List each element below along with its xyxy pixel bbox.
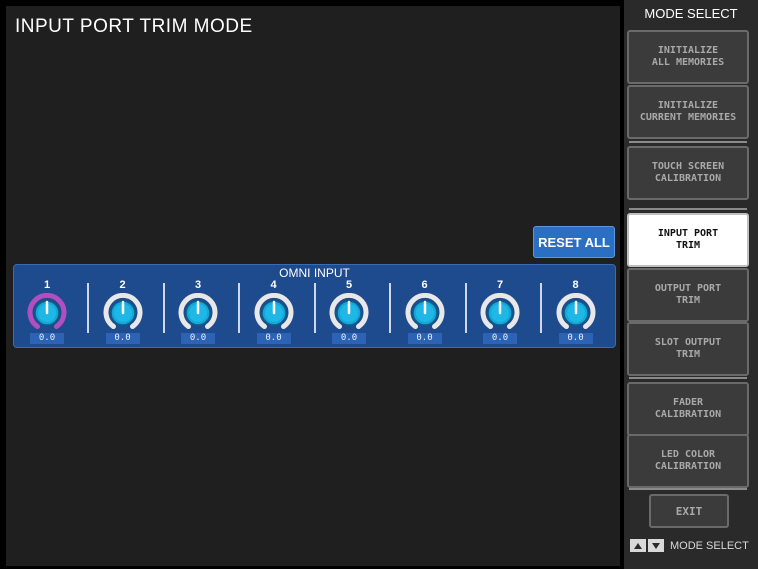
channel-divider: [313, 283, 316, 333]
channel-divider: [389, 283, 391, 333]
channel-strip: 6 0.0: [395, 279, 455, 345]
channel-number: 6: [421, 279, 428, 291]
channel-number: 5: [345, 279, 353, 291]
trim-value: 0.0: [558, 333, 593, 344]
channel-divider: [464, 283, 467, 333]
initialize-all-memories-button[interactable]: INITIALIZE ALL MEMORIES: [627, 30, 749, 84]
trim-value: 0.0: [407, 333, 442, 344]
channel-strip: 2 0.0: [93, 279, 153, 345]
initialize-current-memories-button[interactable]: INITIALIZE CURRENT MEMORIES: [627, 85, 749, 139]
slot-output-trim-button[interactable]: SLOT OUTPUT TRIM: [627, 322, 749, 376]
channel-strip: 5 0.0: [319, 279, 379, 345]
trim-knob[interactable]: [405, 293, 445, 333]
trim-knob[interactable]: [329, 293, 369, 333]
mode-select-nav: MODE SELECT: [630, 539, 749, 552]
channel-number: 7: [496, 279, 504, 291]
up-arrow-icon[interactable]: [630, 539, 646, 552]
trim-knob[interactable]: [103, 293, 143, 333]
led-color-calibration-button[interactable]: LED COLOR CALIBRATION: [627, 434, 749, 488]
trim-knob[interactable]: [27, 293, 67, 333]
mode-select-nav-label: MODE SELECT: [670, 539, 749, 552]
channel-strip: 3 0.0: [168, 279, 228, 345]
channel-number: 2: [119, 279, 126, 291]
trim-knob[interactable]: [556, 293, 596, 333]
output-port-trim-button[interactable]: OUTPUT PORT TRIM: [627, 268, 749, 322]
trim-knob[interactable]: [254, 293, 294, 333]
channel-strip: 4 0.0: [244, 279, 304, 345]
channel-strip: 1 0.0: [17, 279, 77, 345]
omni-input-panel: OMNI INPUT 1 0.0 2 0.0 3 0.0 4 0.0 5 0.0 6 0.0 7 0.0 8…: [13, 264, 616, 348]
trim-knob[interactable]: [178, 293, 218, 333]
divider: [629, 141, 747, 143]
trim-value: 0.0: [483, 333, 517, 344]
channel-number: 8: [572, 279, 579, 291]
trim-value: 0.0: [181, 333, 215, 344]
input-port-trim-button[interactable]: INPUT PORT TRIM: [627, 213, 749, 267]
channel-strip: 7 0.0: [470, 279, 530, 345]
channel-divider: [238, 283, 240, 333]
mode-select-sidebar: MODE SELECT INITIALIZE ALL MEMORIES INIT…: [624, 0, 758, 569]
screen: INPUT PORT TRIM MODE RESET ALL OMNI INPU…: [0, 0, 758, 569]
omni-input-label: OMNI INPUT: [279, 266, 350, 280]
mode-select-title: MODE SELECT: [644, 6, 738, 21]
divider: [629, 208, 747, 210]
channel-number: 3: [194, 279, 202, 291]
reset-all-button[interactable]: RESET ALL: [533, 226, 615, 258]
exit-button[interactable]: EXIT: [649, 494, 729, 528]
channel-number: 1: [43, 279, 51, 291]
down-arrow-icon[interactable]: [648, 539, 664, 552]
trim-value: 0.0: [30, 333, 64, 344]
trim-value: 0.0: [105, 333, 140, 344]
divider: [629, 377, 747, 379]
trim-knob[interactable]: [480, 293, 520, 333]
channel-strip: 8 0.0: [546, 279, 606, 345]
fader-calibration-button[interactable]: FADER CALIBRATION: [627, 382, 749, 436]
channel-divider: [162, 283, 165, 333]
channel-number: 4: [270, 279, 277, 291]
trim-value: 0.0: [256, 333, 291, 344]
page-title: INPUT PORT TRIM MODE: [15, 16, 253, 37]
trim-value: 0.0: [332, 333, 366, 344]
divider: [629, 488, 747, 490]
touch-screen-calibration-button[interactable]: TOUCH SCREEN CALIBRATION: [627, 146, 749, 200]
channel-divider: [540, 283, 542, 333]
channel-divider: [87, 283, 89, 333]
